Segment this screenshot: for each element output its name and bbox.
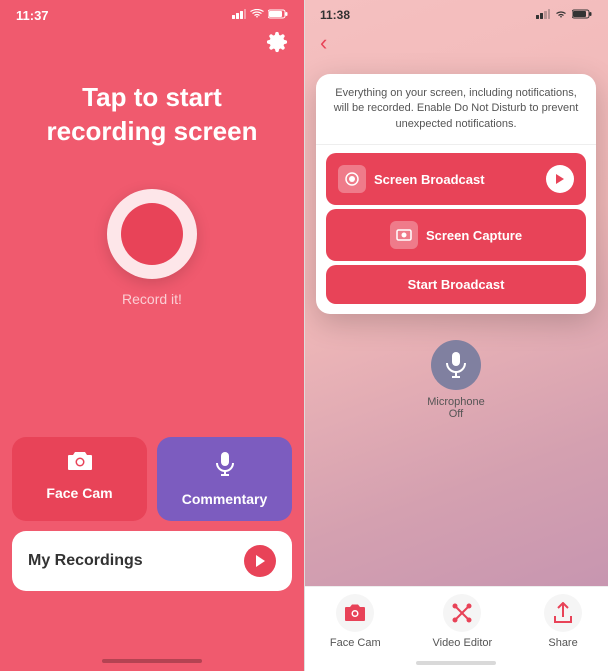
record-button-inner[interactable]: [121, 203, 183, 265]
screen-capture-button[interactable]: Screen Capture: [326, 209, 586, 261]
screen-capture-label: Screen Capture: [426, 228, 522, 243]
broadcast-modal: Everything on your screen, including not…: [316, 74, 596, 314]
status-bar-right: 11:38: [304, 0, 608, 26]
gear-icon[interactable]: [266, 31, 288, 53]
screen-broadcast-label: Screen Broadcast: [374, 172, 485, 187]
status-icons-left: [232, 9, 288, 22]
mic-icon: [215, 451, 235, 483]
video-editor-tab-label: Video Editor: [432, 637, 492, 649]
tab-share[interactable]: Share: [544, 594, 582, 649]
status-icons-right: [536, 9, 592, 22]
action-buttons-row: Face Cam Commentary: [12, 437, 292, 521]
modal-description: Everything on your screen, including not…: [316, 74, 596, 145]
video-editor-tab-icon: [443, 594, 481, 632]
bottom-buttons: Face Cam Commentary My Recordings: [12, 437, 292, 591]
main-title: Tap to start recording screen: [27, 81, 278, 149]
my-recordings-button[interactable]: My Recordings: [12, 531, 292, 591]
screen-broadcast-button[interactable]: Screen Broadcast: [326, 153, 586, 205]
left-phone: 11:37: [0, 0, 304, 671]
record-button-outer[interactable]: [107, 189, 197, 279]
mic-circle[interactable]: [431, 340, 481, 390]
signal-icon-left: [232, 9, 246, 22]
face-cam-tab-label: Face Cam: [330, 637, 381, 649]
right-phone: 11:38: [304, 0, 608, 671]
mic-label: Microphone Off: [427, 396, 484, 420]
camera-icon: [67, 451, 93, 477]
tab-face-cam[interactable]: Face Cam: [330, 594, 381, 649]
commentary-button[interactable]: Commentary: [157, 437, 292, 521]
mic-label-line2: Off: [427, 408, 484, 420]
battery-icon-right: [572, 9, 592, 22]
signal-icon-right: [536, 9, 550, 22]
share-tab-label: Share: [548, 637, 577, 649]
face-cam-tab-icon: [336, 594, 374, 632]
phone-divider: [304, 0, 305, 671]
start-broadcast-button[interactable]: Start Broadcast: [326, 265, 586, 304]
commentary-label: Commentary: [182, 491, 268, 507]
capture-icon: [390, 221, 418, 249]
tab-video-editor[interactable]: Video Editor: [432, 594, 492, 649]
back-button[interactable]: ‹: [304, 26, 608, 64]
play-icon-broadcast: [546, 165, 574, 193]
wifi-icon-left: [250, 9, 264, 22]
start-broadcast-label: Start Broadcast: [408, 277, 505, 292]
time-right: 11:38: [320, 8, 350, 22]
battery-icon-left: [268, 9, 288, 22]
face-cam-label: Face Cam: [46, 485, 112, 501]
share-tab-icon: [544, 594, 582, 632]
record-label: Record it!: [122, 291, 182, 307]
mic-label-line1: Microphone: [427, 396, 484, 408]
bottom-tab-bar: Face Cam Video Editor: [304, 586, 608, 671]
home-bar-right: [416, 661, 496, 665]
face-cam-button[interactable]: Face Cam: [12, 437, 147, 521]
record-button-container[interactable]: Record it!: [107, 189, 197, 307]
home-bar-left: [102, 659, 202, 663]
play-icon[interactable]: [244, 545, 276, 577]
microphone-section: Microphone Off: [304, 340, 608, 420]
status-bar-left: 11:37: [0, 0, 304, 27]
my-recordings-label: My Recordings: [28, 552, 143, 570]
broadcast-icon: [338, 165, 366, 193]
wifi-icon-right: [554, 9, 568, 22]
gear-button-area[interactable]: [0, 27, 304, 61]
time-left: 11:37: [16, 8, 49, 23]
